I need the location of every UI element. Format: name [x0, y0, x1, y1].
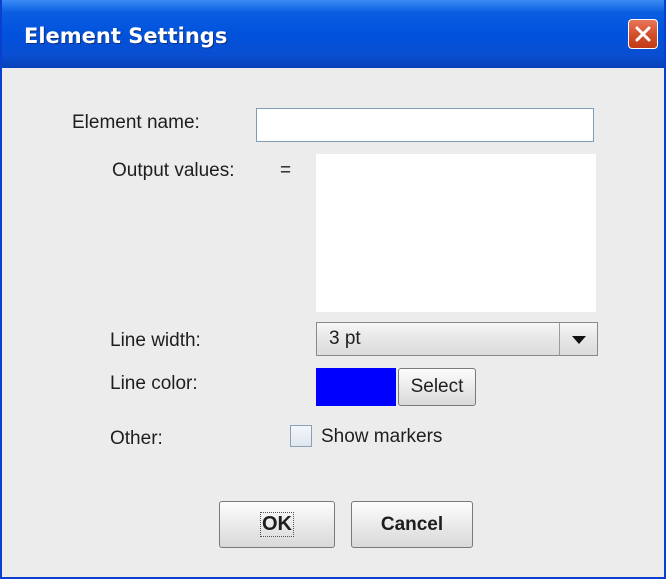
dialog-body: Element name: Output values: = Line widt…: [2, 68, 664, 577]
output-values-equals: =: [280, 160, 292, 181]
line-color-swatch: [316, 368, 396, 406]
output-values-label: Output values:: [112, 160, 235, 181]
select-color-button-label: Select: [410, 376, 464, 397]
element-settings-dialog: Element Settings Element name: Output va…: [0, 0, 666, 579]
element-name-label: Element name:: [72, 112, 200, 133]
close-icon: [634, 25, 652, 43]
line-color-label: Line color:: [110, 373, 198, 394]
cancel-button-label: Cancel: [380, 513, 444, 535]
show-markers-label[interactable]: Show markers: [321, 426, 442, 448]
title-bar[interactable]: Element Settings: [2, 0, 664, 68]
ok-button[interactable]: OK: [219, 501, 335, 548]
line-width-label: Line width:: [110, 330, 201, 351]
chevron-down-icon: [571, 330, 587, 349]
output-values-textarea[interactable]: [316, 154, 596, 312]
show-markers-checkbox[interactable]: [290, 425, 312, 447]
element-name-input[interactable]: [256, 108, 594, 142]
line-width-value: 3 pt: [329, 328, 361, 349]
line-width-select[interactable]: 3 pt: [316, 322, 598, 356]
select-color-button[interactable]: Select: [398, 368, 476, 406]
dialog-title: Element Settings: [24, 24, 228, 48]
other-label: Other:: [110, 428, 163, 449]
ok-button-label: OK: [260, 512, 294, 537]
cancel-button[interactable]: Cancel: [351, 501, 473, 548]
line-width-dropdown-button[interactable]: [559, 323, 597, 355]
close-button[interactable]: [628, 19, 658, 49]
